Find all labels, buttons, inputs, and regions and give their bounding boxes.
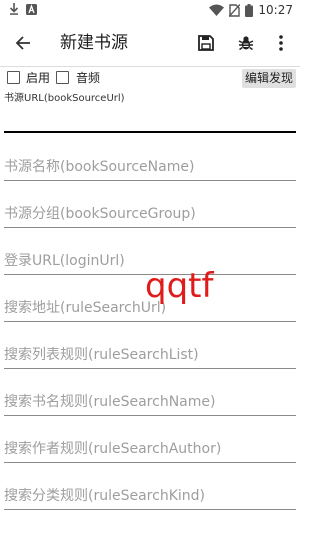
source-name-underline <box>4 180 296 181</box>
enable-label: 启用 <box>26 71 51 85</box>
search-kind-underline <box>4 509 296 510</box>
source-url-label: 书源URL(bookSourceUrl) <box>4 93 125 104</box>
save-icon <box>198 35 214 51</box>
bug-debug-icon <box>238 36 254 51</box>
save-button[interactable] <box>191 20 221 66</box>
battery-icon <box>245 3 254 17</box>
status-right: 10:27 <box>209 2 293 18</box>
source-group-placeholder: 书源分组(bookSourceGroup) <box>4 206 196 222</box>
page-title: 新建书源 <box>60 33 128 53</box>
status-time: 10:27 <box>258 3 293 17</box>
status-left <box>9 3 37 15</box>
no-sim-icon <box>229 3 241 17</box>
wifi-icon <box>209 4 225 16</box>
search-name-field[interactable]: 搜索书名规则(ruleSearchName) <box>4 393 296 417</box>
app-a-icon <box>26 3 37 15</box>
audio-checkbox[interactable] <box>56 71 69 84</box>
search-author-underline <box>4 462 296 463</box>
search-author-placeholder: 搜索作者规则(ruleSearchAuthor) <box>4 441 222 457</box>
toolbar: 新建书源 <box>0 20 300 67</box>
source-url-underline <box>4 131 296 133</box>
source-name-field[interactable]: 书源名称(bookSourceName) <box>4 158 296 182</box>
search-author-field[interactable]: 搜索作者规则(ruleSearchAuthor) <box>4 440 296 464</box>
source-group-underline <box>4 227 296 228</box>
watermark-text: qqtf <box>145 266 214 306</box>
search-name-placeholder: 搜索书名规则(ruleSearchName) <box>4 394 216 410</box>
edit-discover-button[interactable]: 编辑发现 <box>241 69 296 88</box>
debug-button[interactable] <box>231 20 261 66</box>
back-arrow-icon <box>15 36 30 50</box>
source-name-placeholder: 书源名称(bookSourceName) <box>4 159 195 175</box>
options-row: 启用 音频 编辑发现 <box>0 66 300 90</box>
search-list-underline <box>4 368 296 369</box>
search-list-placeholder: 搜索列表规则(ruleSearchList) <box>4 347 199 363</box>
audio-label: 音频 <box>76 71 101 85</box>
status-bar: 10:27 <box>0 0 300 20</box>
download-icon <box>9 3 19 15</box>
search-url-underline <box>4 321 296 322</box>
search-kind-placeholder: 搜索分类规则(ruleSearchKind) <box>4 488 205 504</box>
search-kind-field[interactable]: 搜索分类规则(ruleSearchKind) <box>4 487 296 511</box>
search-name-underline <box>4 415 296 416</box>
enable-checkbox[interactable] <box>7 71 20 84</box>
more-options-button[interactable] <box>266 20 296 66</box>
source-group-field[interactable]: 书源分组(bookSourceGroup) <box>4 205 296 229</box>
search-list-field[interactable]: 搜索列表规则(ruleSearchList) <box>4 346 296 370</box>
back-button[interactable] <box>8 20 38 66</box>
source-url-field[interactable] <box>4 106 296 134</box>
more-vert-icon <box>279 35 283 51</box>
